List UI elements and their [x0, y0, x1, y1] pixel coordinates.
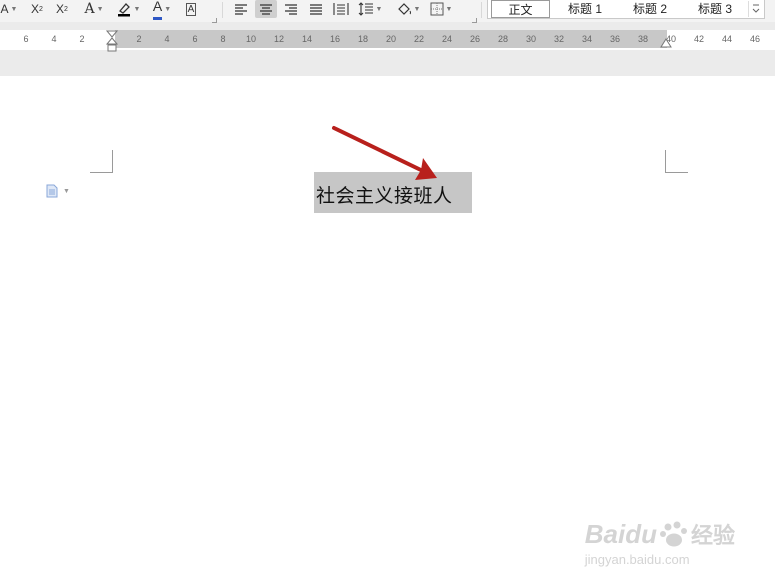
- ruler-tick-label: 44: [721, 34, 733, 44]
- chevron-down-icon: ▼: [10, 5, 18, 13]
- toolbar-divider: [222, 2, 223, 18]
- chevron-down-icon: ▼: [413, 5, 421, 13]
- line-spacing-icon: [358, 2, 373, 16]
- chevron-down-icon: ▼: [96, 5, 104, 13]
- ruler-tick-label: 20: [385, 34, 397, 44]
- superscript-icon: X: [31, 2, 40, 16]
- ruler-tick-label: 38: [637, 34, 649, 44]
- ruler-tick-label: 26: [469, 34, 481, 44]
- align-center-icon: [260, 4, 272, 15]
- text-effect-button[interactable]: A ▼: [80, 0, 108, 18]
- line-spacing-button[interactable]: ▼: [355, 0, 385, 18]
- baidu-watermark: Baidu 经验 jingyan.baidu.com: [584, 518, 735, 568]
- ruler-tick-label: 14: [301, 34, 313, 44]
- margin-corner-mark: [665, 150, 688, 173]
- ruler-tick-label: 46: [749, 34, 761, 44]
- style-normal[interactable]: 正文: [491, 0, 550, 18]
- ruler-tick-label: 8: [220, 34, 226, 44]
- margin-corner-mark: [90, 150, 113, 173]
- watermark-brand: Baidu: [584, 518, 657, 549]
- character-border-button[interactable]: A: [182, 0, 200, 18]
- align-left-button[interactable]: [231, 0, 251, 18]
- horizontal-ruler[interactable]: 6 4 2 2 4 6 8 10 12 14 16 18 20 22 24 26…: [0, 30, 775, 52]
- paragraph-dialog-launcher-icon[interactable]: [472, 18, 477, 23]
- border-grid-icon: [430, 2, 444, 16]
- distribute-button[interactable]: [331, 0, 351, 18]
- align-center-button[interactable]: [255, 0, 277, 18]
- watermark-url: jingyan.baidu.com: [584, 552, 690, 567]
- chevron-down-icon: ▼: [63, 187, 70, 195]
- gallery-expand-icon: [752, 4, 760, 13]
- ruler-tick-label: 12: [273, 34, 285, 44]
- right-indent-marker-icon[interactable]: [660, 38, 672, 48]
- character-border-icon: A: [185, 2, 197, 16]
- ruler-tick-label: 34: [581, 34, 593, 44]
- justify-button[interactable]: [306, 0, 326, 18]
- font-size-decrease-button[interactable]: A ▼: [0, 0, 18, 18]
- style-heading-3[interactable]: 标题 3: [684, 0, 746, 18]
- formatting-toolbar: A ▼ X2 X2 A ▼ ▼ A ▼ A ▼ ▼ ▼ 正文 标题 1 标题 2…: [0, 0, 775, 23]
- toolbar-divider: [481, 2, 482, 18]
- watermark-brand-cn: 经验: [690, 523, 735, 548]
- chevron-down-icon: ▼: [375, 5, 383, 13]
- style-heading-1[interactable]: 标题 1: [554, 0, 616, 18]
- style-gallery-scroll-button[interactable]: [748, 1, 763, 17]
- justify-icon: [310, 4, 322, 15]
- ruler-tick-label: 18: [357, 34, 369, 44]
- ruler-tick-label: 28: [497, 34, 509, 44]
- ruler-tick-label: 24: [441, 34, 453, 44]
- chevron-down-icon: ▼: [133, 5, 141, 13]
- chevron-down-icon: ▼: [445, 5, 453, 13]
- annotation-arrow: [332, 126, 437, 180]
- align-right-icon: [285, 4, 297, 15]
- superscript-button[interactable]: X2: [26, 0, 48, 18]
- indent-marker-icon[interactable]: [106, 30, 118, 54]
- align-left-icon: [235, 4, 247, 15]
- superscript-mark: 2: [39, 5, 43, 13]
- ruler-tick-label: 10: [245, 34, 257, 44]
- font-color-icon: A: [152, 0, 163, 20]
- chevron-down-icon: ▼: [164, 5, 172, 13]
- subscript-icon: X: [56, 2, 65, 16]
- ruler-tick-label: 36: [609, 34, 621, 44]
- style-heading-2[interactable]: 标题 2: [619, 0, 681, 18]
- text-effect-icon: A: [84, 1, 95, 17]
- document-icon: [46, 184, 58, 198]
- ruler-tick-label: 22: [413, 34, 425, 44]
- paint-bucket-icon: [397, 3, 411, 15]
- ruler-tick-label: 4: [164, 34, 170, 44]
- ruler-tick-label: 6: [23, 34, 29, 44]
- highlighter-icon: [117, 3, 130, 17]
- ruler-tick-label: 42: [693, 34, 705, 44]
- shading-button[interactable]: ▼: [393, 0, 423, 18]
- borders-button[interactable]: ▼: [426, 0, 456, 18]
- align-right-button[interactable]: [281, 0, 301, 18]
- ruler-tick-label: 30: [525, 34, 537, 44]
- subscript-button[interactable]: X2: [51, 0, 73, 18]
- font-dialog-launcher-icon[interactable]: [212, 18, 217, 23]
- ruler-tick-label: 16: [329, 34, 341, 44]
- font-color-button[interactable]: A ▼: [148, 0, 176, 20]
- subscript-mark: 2: [64, 5, 68, 13]
- ruler-tick-label: 6: [192, 34, 198, 44]
- distribute-icon: [333, 3, 349, 15]
- ruler-tick-label: 2: [79, 34, 85, 44]
- font-letter-icon: A: [0, 2, 9, 16]
- ruler-tick-label: 32: [553, 34, 565, 44]
- paw-icon: [659, 521, 687, 547]
- highlight-button[interactable]: ▼: [113, 0, 143, 18]
- ruler-tick-label: 2: [136, 34, 142, 44]
- paragraph-options-button[interactable]: ▼: [46, 184, 70, 198]
- ruler-tick-label: 4: [51, 34, 57, 44]
- style-gallery: 正文 标题 1 标题 2 标题 3: [487, 0, 765, 19]
